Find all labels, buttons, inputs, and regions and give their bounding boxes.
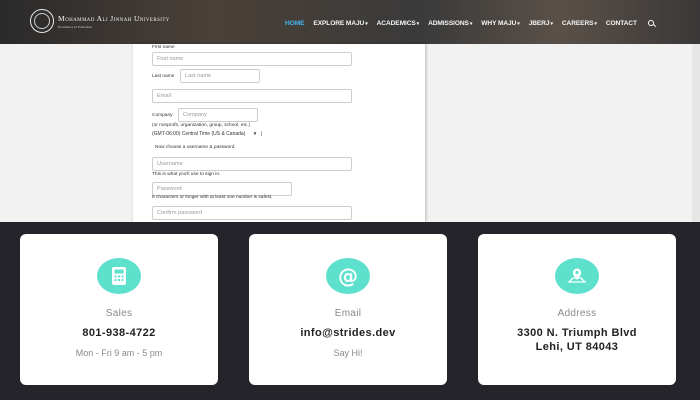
address-title: Address [557,308,597,319]
chevron-down-icon: ▾ [594,20,597,27]
last-name-input[interactable]: Last name [180,69,260,83]
password-hint: 8 characters or longer with at least one… [152,195,273,200]
main-nav: HOME EXPLORE MAJU▾ ACADEMICS▾ ADMISSIONS… [285,18,655,28]
credentials-heading: Now choose a username & password [155,145,235,150]
confirm-password-input[interactable]: Confirm password [152,206,352,220]
email-address[interactable]: info@strides.dev [249,326,447,340]
address-card: Address 3300 N. Triumph Blvd Lehi, UT 84… [478,234,676,385]
email-card: @ Email info@strides.dev Say Hi! [249,234,447,385]
chevron-down-icon: ▾ [517,20,520,27]
address-line-1: 3300 N. Triumph Blvd [517,327,637,339]
first-name-input[interactable]: First name [152,52,352,66]
sales-phone[interactable]: 801-938-4722 [20,326,218,340]
chevron-down-icon: ▾ [469,20,473,27]
page-scroll-edge [692,44,700,222]
username-hint: This is what you'll use to sign in. [152,172,221,177]
map-pin-icon [555,258,599,294]
search-icon[interactable] [647,19,655,27]
nav-academics[interactable]: ACADEMICS▾ [377,20,420,27]
site-header: Mohammad Ali Jinnah University Excellenc… [0,0,700,44]
logo-tagline: Excellence in Education [58,24,93,29]
email-input[interactable]: Email [152,89,352,103]
sales-hours: Mon - Fri 9 am - 5 pm [75,348,163,358]
address-text[interactable]: 3300 N. Triumph Blvd Lehi, UT 84043 [478,326,676,354]
nav-why-maju[interactable]: WHY MAJU▾ [481,20,520,27]
chevron-down-icon: ▼ [252,131,258,136]
address-line-2: Lehi, UT 84043 [535,341,619,353]
nav-contact[interactable]: CONTACT [606,20,637,27]
company-hint: (or nonprofit, organization, group, scho… [152,123,251,128]
calculator-icon [97,258,141,294]
at-sign-icon: @ [326,258,370,294]
sales-title: Sales [105,308,133,319]
timezone-select[interactable]: (GMT-06:00) Central Time (US & Canada) ▼… [152,131,262,137]
password-input[interactable]: Password [152,182,292,196]
first-name-label: First name [152,45,175,50]
nav-admissions[interactable]: ADMISSIONS▾ [428,20,472,27]
nav-explore-maju[interactable]: EXPLORE MAJU▾ [313,20,367,27]
email-tagline: Say Hi! [333,348,363,358]
university-logo[interactable]: Mohammad Ali Jinnah University Excellenc… [30,9,170,33]
signup-form: First name First name Last name Last nam… [133,44,425,222]
university-seal-icon [30,9,54,33]
logo-name: Mohammad Ali Jinnah University [58,13,170,23]
company-label: Company [152,113,173,118]
nav-home[interactable]: HOME [285,20,304,27]
username-input[interactable]: Username [152,157,352,171]
last-name-label: Last name [152,74,175,79]
chevron-down-icon: ▾ [416,20,420,27]
nav-jberj[interactable]: JBERJ▾ [529,20,553,27]
company-input[interactable]: Company [178,108,258,122]
chevron-down-icon: ▾ [365,20,368,27]
sales-card: Sales 801-938-4722 Mon - Fri 9 am - 5 pm [20,234,218,385]
chevron-down-icon: ▾ [550,20,553,27]
nav-careers[interactable]: CAREERS▾ [562,20,597,27]
email-title: Email [334,308,362,319]
